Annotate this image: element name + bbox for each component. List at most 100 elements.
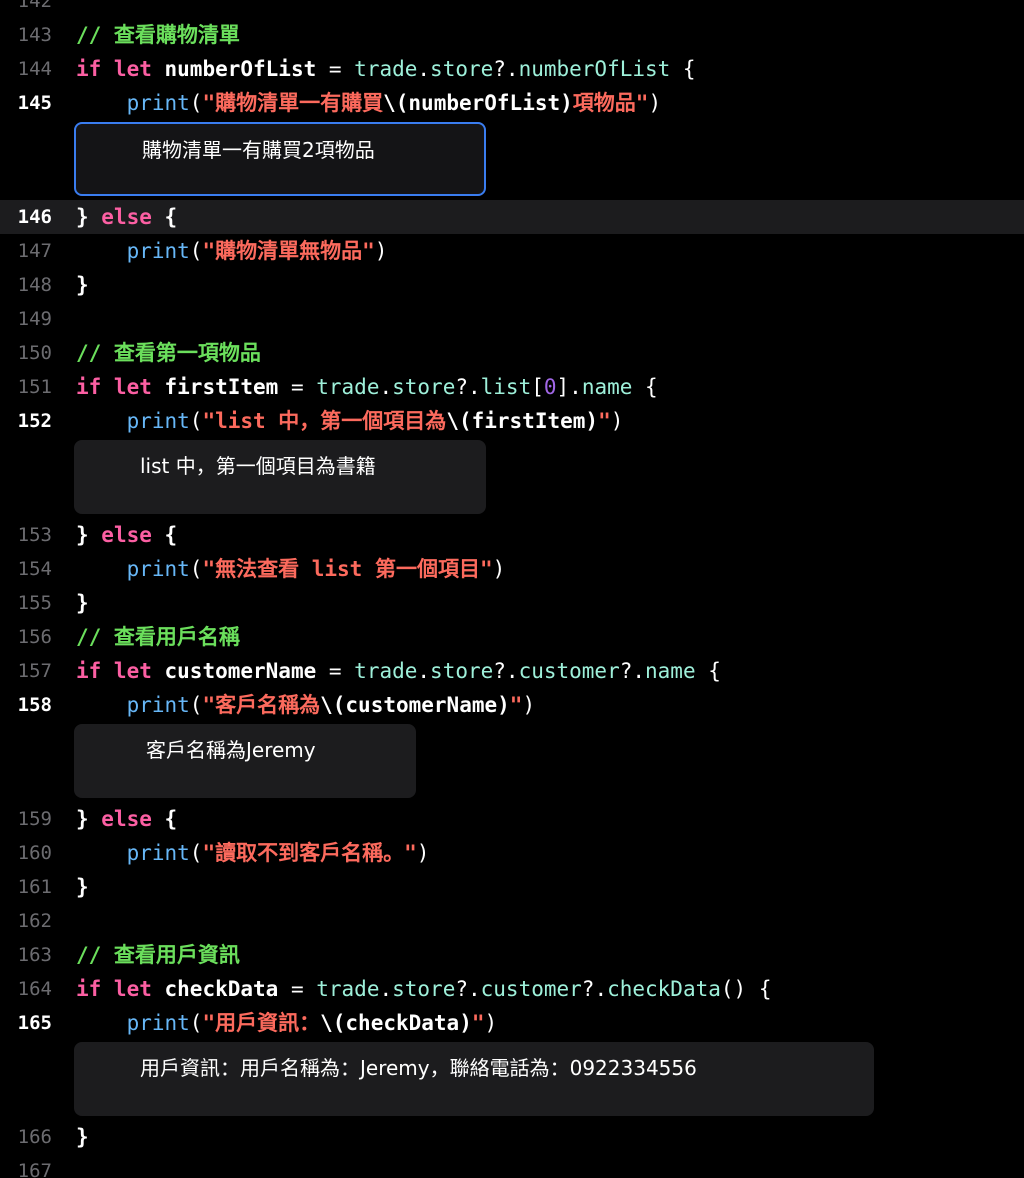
code-line[interactable]: 156 // 查看用戶名稱 [0, 620, 1024, 654]
code-line[interactable]: 142 [0, 0, 1024, 18]
code-token: = [278, 375, 317, 399]
line-number: 143 [17, 24, 52, 46]
code-token: checkData [164, 977, 279, 1001]
code-line[interactable]: 160 print("讀取不到客戶名稱。") [0, 836, 1024, 870]
code-token: "客戶名稱為 [202, 693, 321, 717]
code-token: " [471, 1011, 485, 1035]
code-line[interactable]: 158 print("客戶名稱為\(customerName)") [0, 688, 1024, 722]
code-token: . [417, 659, 431, 683]
code-token: numberOfList [408, 91, 561, 115]
code-token: ]. [556, 375, 582, 399]
code-line[interactable]: 147 print("購物清單無物品") [0, 234, 1024, 268]
code-token: ( [189, 409, 203, 433]
code-line[interactable]: 164 if let checkData = trade.store?.custo… [0, 972, 1024, 1006]
line-code: } [76, 586, 89, 620]
line-code: print("讀取不到客戶名稱。") [76, 836, 430, 870]
line-code: if let checkData = trade.store?.customer… [76, 972, 771, 1006]
line-number: 147 [17, 240, 52, 262]
code-token: // 查看用戶資訊 [76, 943, 240, 967]
code-line[interactable]: 163 // 查看用戶資訊 [0, 938, 1024, 972]
code-token: ) [416, 841, 430, 865]
code-token: { [670, 57, 696, 81]
code-token: ( [189, 557, 203, 581]
code-token: = [316, 57, 355, 81]
code-line[interactable]: 144 if let numberOfList = trade.store?.nu… [0, 52, 1024, 86]
code-line[interactable]: 150 // 查看第一項物品 [0, 336, 1024, 370]
code-token: trade [354, 659, 418, 683]
line-number: 149 [17, 308, 52, 330]
code-token: if let [76, 659, 165, 683]
code-token: checkData [607, 977, 721, 1001]
code-token: name [645, 659, 696, 683]
code-token: firstItem [471, 409, 586, 433]
line-number: 167 [17, 1160, 52, 1178]
line-code: } [76, 870, 89, 904]
code-token: } [76, 1125, 89, 1149]
code-token: } [76, 807, 102, 831]
code-token: ) [522, 693, 536, 717]
code-token: { [695, 659, 721, 683]
line-number: 150 [17, 342, 52, 364]
line-code: } else { [76, 802, 177, 836]
code-line[interactable]: 159} else { [0, 802, 1024, 836]
inline-result-output[interactable]: 購物清單一有購買2項物品 [74, 122, 486, 196]
code-line[interactable]: 166} [0, 1120, 1024, 1154]
line-code: // 查看用戶名稱 [76, 620, 240, 654]
line-code: // 查看第一項物品 [76, 336, 261, 370]
code-line[interactable]: 167 [0, 1154, 1024, 1178]
code-line[interactable]: 155} [0, 586, 1024, 620]
code-token: customer [518, 659, 620, 683]
code-token: else [101, 807, 152, 831]
code-token: // 查看第一項物品 [76, 341, 261, 365]
line-number: 165 [17, 1012, 52, 1034]
code-token: ) [492, 557, 506, 581]
line-number: 157 [17, 660, 52, 682]
code-line[interactable]: 149 [0, 302, 1024, 336]
code-line[interactable]: 162 [0, 904, 1024, 938]
code-token: print [126, 1011, 190, 1035]
inline-result-output[interactable]: 客戶名稱為Jeremy [74, 724, 416, 798]
code-token: ) [560, 91, 573, 115]
line-number: 156 [17, 626, 52, 648]
code-token: ) [484, 1011, 498, 1035]
code-token: customerName [164, 659, 317, 683]
code-token: "購物清單無物品" [202, 239, 375, 263]
code-token: store [430, 659, 494, 683]
code-line[interactable]: 154 print("無法查看 list 第一個項目") [0, 552, 1024, 586]
line-code: } else { [76, 200, 177, 234]
code-token: firstItem [164, 375, 279, 399]
code-line[interactable]: 165 print("用戶資訊：\(checkData)") [0, 1006, 1024, 1040]
code-token: } [76, 875, 89, 899]
code-token: store [392, 375, 456, 399]
code-editor[interactable]: 142 143 // 查看購物清單 144 if let numberOfList = … [0, 0, 1024, 1178]
code-line[interactable]: 145 print("購物清單一有購買\(numberOfList)項物品") [0, 86, 1024, 120]
line-number: 163 [17, 944, 52, 966]
line-number: 145 [17, 92, 52, 114]
code-line[interactable]: 148} [0, 268, 1024, 302]
line-number: 154 [17, 558, 52, 580]
line-number: 148 [17, 274, 52, 296]
code-line[interactable]: 146} else { [0, 200, 1024, 234]
code-token: "list 中，第一個項目為 [202, 409, 447, 433]
code-line[interactable]: 153} else { [0, 518, 1024, 552]
line-code: } [76, 268, 89, 302]
code-token: . [379, 977, 393, 1001]
line-number: 142 [17, 0, 52, 12]
code-token: print [126, 841, 190, 865]
code-token: ?. [493, 57, 519, 81]
code-token: 項物品" [572, 91, 649, 115]
code-line[interactable]: 151 if let firstItem = trade.store?.list[… [0, 370, 1024, 404]
code-token: () { [720, 977, 772, 1001]
inline-result-output[interactable]: list 中，第一個項目為書籍 [74, 440, 486, 514]
line-code: } [76, 1120, 89, 1154]
output-text: list 中，第一個項目為書籍 [140, 454, 376, 478]
code-line[interactable]: 152 print("list 中，第一個項目為\(firstItem)") [0, 404, 1024, 438]
code-token: numberOfList [518, 57, 671, 81]
code-token: checkData [345, 1011, 460, 1035]
inline-result-output[interactable]: 用戶資訊：用戶名稱為：Jeremy，聯絡電話為：0922334556 [74, 1042, 874, 1116]
line-number: 144 [17, 58, 52, 80]
code-line[interactable]: 157 if let customerName = trade.store?.cu… [0, 654, 1024, 688]
code-line[interactable]: 161} [0, 870, 1024, 904]
code-line[interactable]: 143 // 查看購物清單 [0, 18, 1024, 52]
